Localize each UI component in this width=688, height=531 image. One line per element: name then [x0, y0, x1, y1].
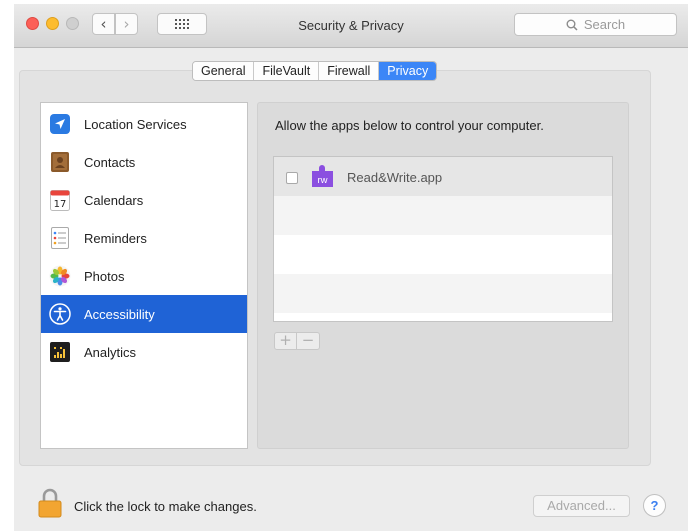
advanced-button[interactable]: Advanced... — [533, 495, 630, 517]
app-row[interactable]: rw Read&Write.app — [274, 157, 612, 196]
app-name: Read&Write.app — [347, 170, 443, 185]
tab-bar: General FileVault Firewall Privacy — [192, 61, 438, 81]
sidebar-item-contacts[interactable]: Contacts — [41, 143, 247, 181]
app-checkbox[interactable] — [286, 172, 298, 184]
sidebar-item-calendars[interactable]: 17 Calendars — [41, 181, 247, 219]
app-list: rw Read&Write.app — [273, 156, 613, 322]
accessibility-person-icon — [49, 303, 71, 325]
privacy-category-list: Location Services Contacts 17 Calendars … — [40, 102, 248, 449]
reminders-list-icon — [49, 227, 71, 249]
sidebar-item-accessibility[interactable]: Accessibility — [41, 295, 247, 333]
read-write-puzzle-icon: rw — [309, 164, 337, 189]
search-icon — [566, 19, 578, 31]
location-arrow-icon — [49, 113, 71, 135]
sidebar-item-label: Reminders — [84, 230, 147, 246]
empty-row — [274, 274, 612, 313]
sidebar-item-photos[interactable]: Photos — [41, 257, 247, 295]
title-bar: ‹ › Security & Privacy Search — [14, 4, 688, 48]
sidebar-item-label: Analytics — [84, 344, 137, 360]
empty-row — [274, 196, 612, 235]
sidebar-item-location-services[interactable]: Location Services — [41, 105, 247, 143]
lock-message: Click the lock to make changes. — [74, 499, 257, 514]
sidebar-item-reminders[interactable]: Reminders — [41, 219, 247, 257]
sidebar-item-analytics[interactable]: Analytics — [41, 333, 247, 371]
search-placeholder: Search — [583, 17, 626, 32]
app-icon-text: rw — [317, 175, 327, 186]
sidebar-item-label: Contacts — [84, 154, 136, 170]
sidebar-item-label: Calendars — [84, 192, 144, 208]
analytics-grid-icon — [49, 341, 71, 363]
tab-firewall[interactable]: Firewall — [319, 62, 380, 80]
calendar-day: 17 — [54, 199, 67, 210]
help-button[interactable]: ? — [643, 494, 666, 517]
photos-flower-icon — [49, 265, 71, 287]
lock-icon[interactable] — [38, 488, 62, 518]
sidebar-item-label: Photos — [84, 268, 125, 284]
contacts-book-icon — [49, 151, 71, 173]
remove-app-button[interactable]: − — [297, 333, 319, 349]
search-field[interactable]: Search — [514, 13, 677, 36]
add-remove-control: + − — [274, 332, 320, 350]
tab-privacy[interactable]: Privacy — [379, 62, 437, 80]
tab-filevault[interactable]: FileVault — [254, 62, 320, 80]
calendar-icon: 17 — [49, 189, 71, 211]
add-app-button[interactable]: + — [275, 333, 297, 349]
privacy-description: Allow the apps below to control your com… — [275, 118, 544, 133]
sidebar-item-label: Location Services — [84, 116, 187, 132]
empty-row — [274, 235, 612, 274]
tab-general[interactable]: General — [193, 62, 255, 80]
sidebar-item-label: Accessibility — [84, 306, 155, 322]
